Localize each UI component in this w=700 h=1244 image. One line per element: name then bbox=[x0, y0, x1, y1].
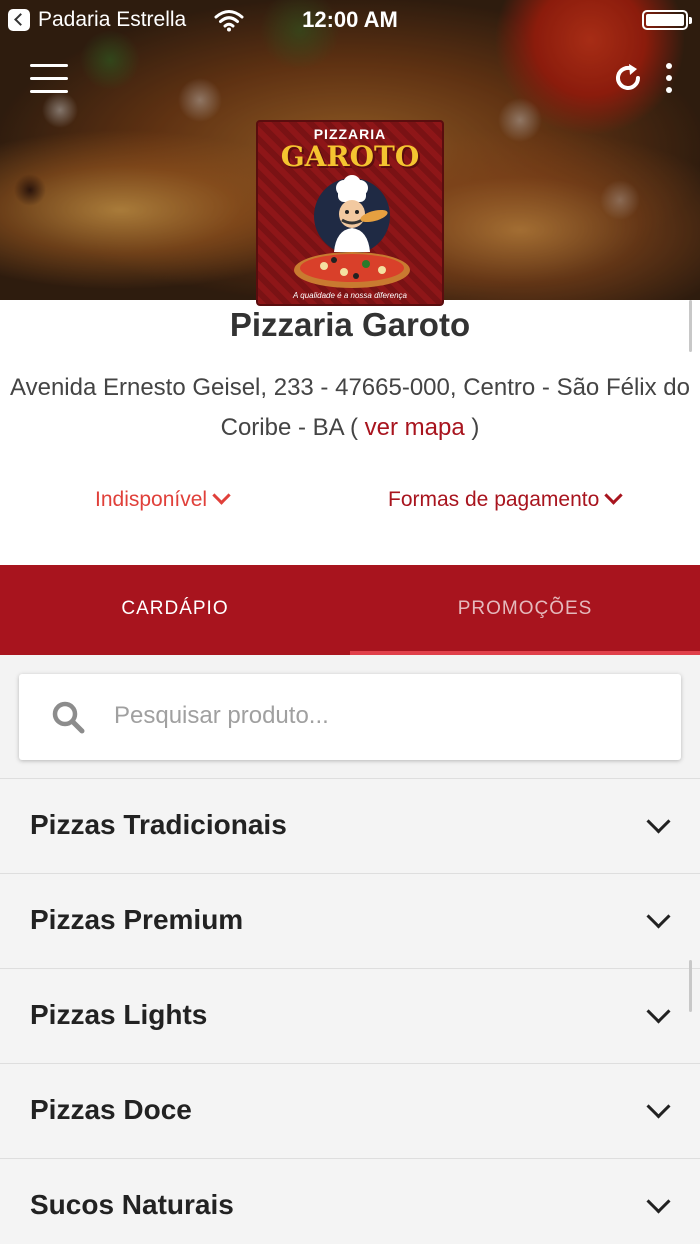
more-vertical-icon[interactable] bbox=[660, 63, 678, 95]
availability-dropdown[interactable]: Indisponível bbox=[95, 486, 231, 512]
category-list: Pizzas Tradicionais Pizzas Premium Pizza… bbox=[0, 778, 700, 1244]
store-info-card: Pizzaria Garoto Avenida Ernesto Geisel, … bbox=[0, 300, 700, 565]
scrollbar-thumb[interactable] bbox=[689, 960, 692, 1012]
payment-methods-label: Formas de pagamento bbox=[388, 488, 600, 511]
payment-methods-dropdown[interactable]: Formas de pagamento bbox=[388, 486, 623, 512]
category-label: Pizzas Doce bbox=[30, 1094, 192, 1125]
availability-label: Indisponível bbox=[95, 488, 208, 511]
chef-pizza-icon bbox=[294, 175, 410, 288]
address-end: ) bbox=[471, 414, 480, 441]
logo-slogan: A qualidade é a nossa diferença bbox=[292, 291, 407, 300]
category-item[interactable]: Pizzas Premium bbox=[0, 873, 700, 968]
chevron-down-icon bbox=[212, 486, 231, 505]
category-item[interactable]: Pizzas Tradicionais bbox=[0, 778, 700, 873]
clock: 12:00 AM bbox=[302, 7, 398, 32]
tab-bar: CARDÁPIO PROMOÇÕES bbox=[0, 565, 700, 655]
category-label: Pizzas Premium bbox=[30, 904, 244, 935]
chevron-down-icon bbox=[646, 904, 671, 929]
store-address: Avenida Ernesto Geisel, 233 - 47665-000,… bbox=[10, 368, 690, 448]
category-item[interactable]: Pizzas Doce bbox=[0, 1063, 700, 1158]
category-item[interactable]: Sucos Naturais bbox=[0, 1158, 700, 1244]
chevron-down-icon bbox=[646, 1189, 671, 1214]
view-map-link[interactable]: ver mapa bbox=[365, 414, 465, 441]
chevron-down-icon bbox=[604, 486, 623, 505]
search-input[interactable] bbox=[114, 696, 654, 736]
logo-name: GAROTO bbox=[280, 140, 420, 173]
category-item[interactable]: Pizzas Lights bbox=[0, 968, 700, 1063]
scrollbar-thumb[interactable] bbox=[689, 300, 692, 352]
tab-cardapio[interactable]: CARDÁPIO bbox=[0, 565, 350, 655]
search-box bbox=[19, 674, 681, 760]
tab-promocoes[interactable]: PROMOÇÕES bbox=[350, 565, 700, 655]
tab-indicator bbox=[350, 651, 700, 655]
search-icon bbox=[52, 701, 85, 734]
store-logo: PIZZARIA GAROTO A qualidade é a nossa di… bbox=[256, 120, 444, 306]
category-label: Sucos Naturais bbox=[30, 1189, 234, 1220]
hamburger-icon[interactable] bbox=[30, 64, 68, 94]
battery-icon bbox=[642, 10, 692, 30]
category-label: Pizzas Lights bbox=[30, 999, 208, 1030]
chevron-down-icon bbox=[646, 999, 671, 1024]
refresh-icon[interactable] bbox=[612, 62, 644, 94]
store-name: Pizzaria Garoto bbox=[229, 306, 471, 343]
status-bar: Padaria Estrella 12:00 AM bbox=[0, 0, 700, 40]
address-text: Avenida Ernesto Geisel, 233 - 47665-000,… bbox=[10, 374, 690, 441]
chevron-down-icon bbox=[646, 809, 671, 834]
chevron-down-icon bbox=[646, 1094, 671, 1119]
category-label: Pizzas Tradicionais bbox=[30, 809, 287, 840]
